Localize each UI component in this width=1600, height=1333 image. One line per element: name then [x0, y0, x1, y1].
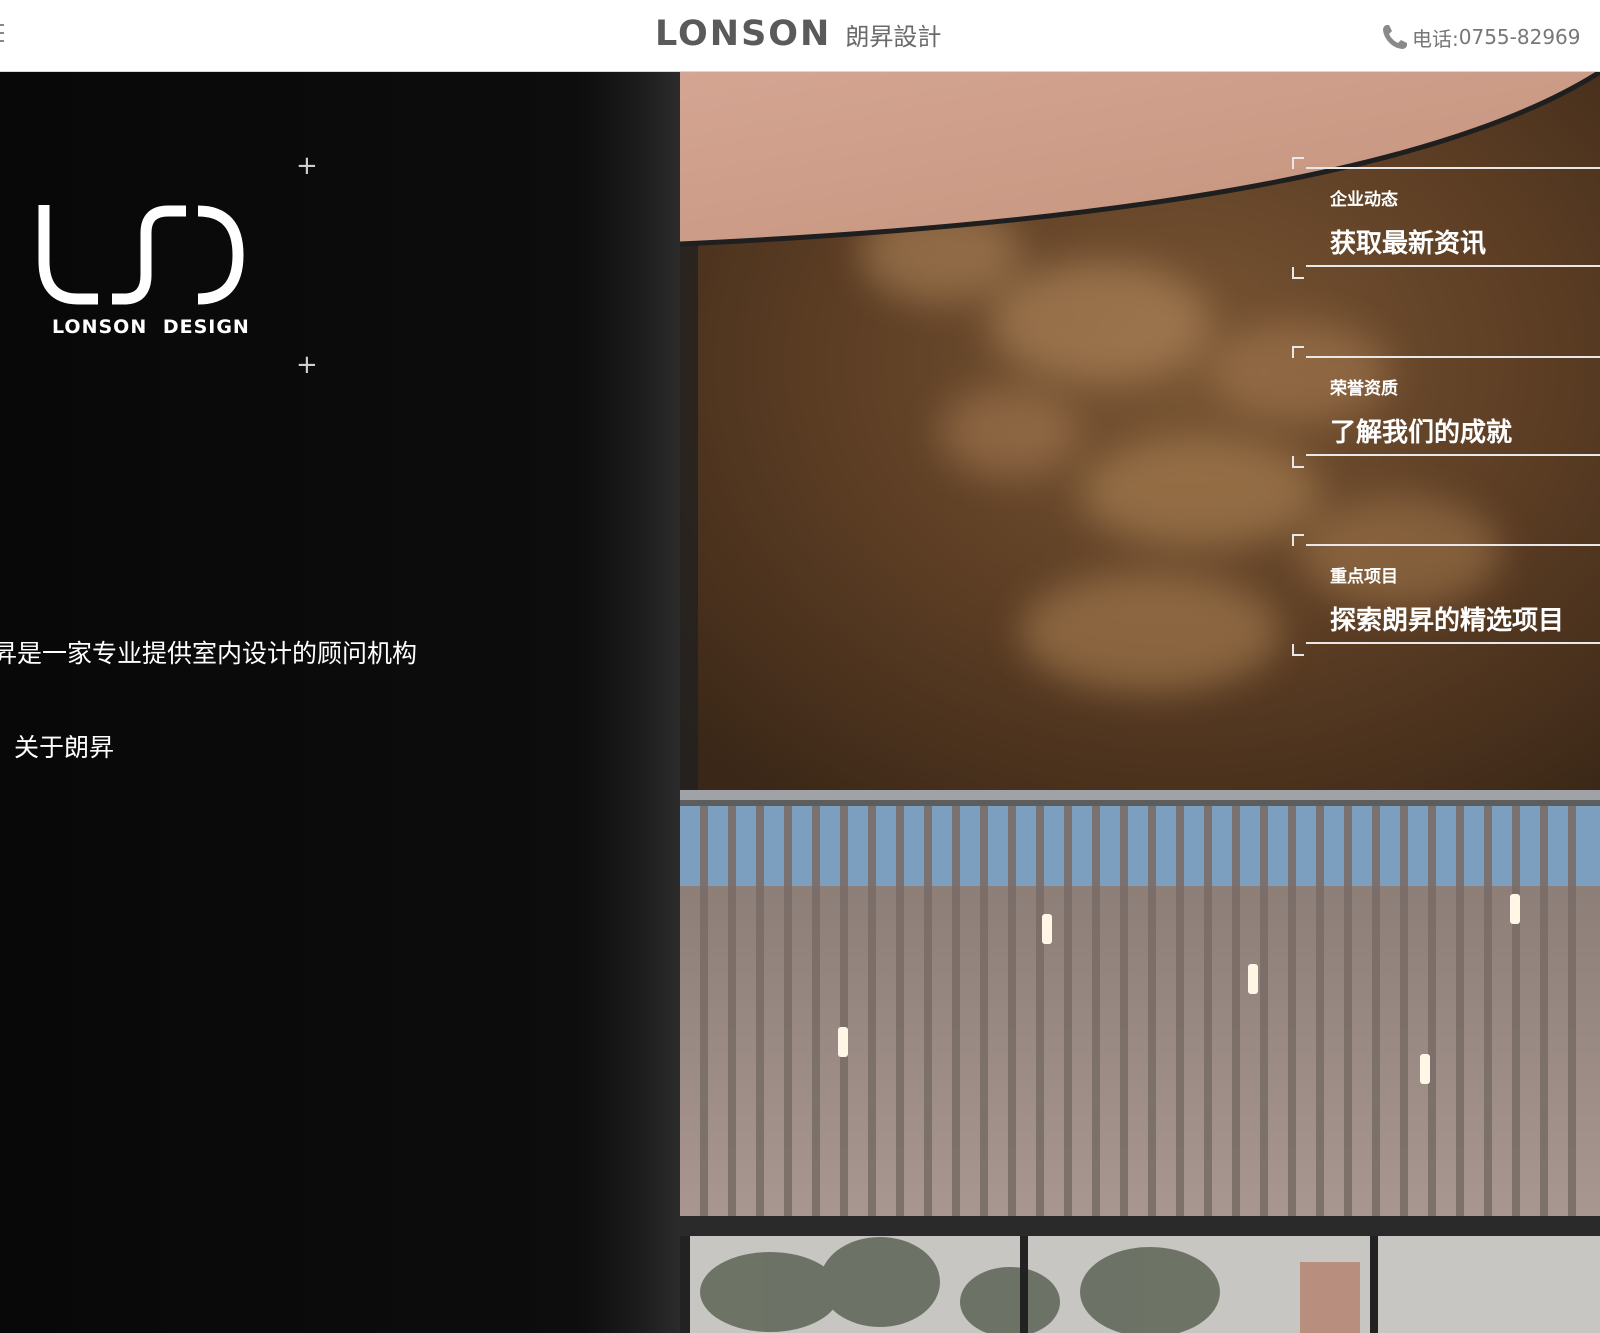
menu-icon[interactable] [0, 18, 4, 54]
card-title: 了解我们的成就 [1330, 418, 1513, 448]
logo-wordmark: LONSON DESIGN [52, 316, 250, 338]
card-corner [1292, 644, 1304, 656]
card-corner [1292, 267, 1304, 279]
card-title: 获取最新资讯 [1330, 229, 1487, 259]
phone-number: 0755-82969 [1458, 25, 1581, 49]
plus-icon: + [296, 350, 318, 380]
company-tagline: 昇是一家专业提供室内设计的顾问机构 [0, 639, 418, 668]
brand-name-cn: 朗昇設計 [845, 23, 942, 51]
brand-name-en: LONSON [655, 14, 832, 54]
card-label: 重点项目 [1330, 567, 1398, 587]
card-corner [1292, 346, 1304, 358]
lsd-logo-mark [38, 205, 244, 305]
card-divider [1306, 454, 1600, 456]
card-honors[interactable]: 荣誉资质 了解我们的成就 [1292, 346, 1600, 468]
phone-label: 电话: [1412, 26, 1459, 51]
card-label: 荣誉资质 [1330, 379, 1398, 399]
card-projects[interactable]: 重点项目 探索朗昇的精选项目 [1292, 534, 1600, 656]
card-divider [1306, 642, 1600, 644]
card-divider [1306, 356, 1600, 358]
card-divider [1306, 167, 1600, 169]
card-corner [1292, 534, 1304, 546]
card-divider [1306, 544, 1600, 546]
brand-logo[interactable]: LONSON 朗昇設計 [655, 14, 941, 58]
phone-contact: 电话: 0755-82969 [1380, 22, 1581, 52]
about-link[interactable]: 关于朗昇 [14, 728, 114, 764]
card-title: 探索朗昇的精选项目 [1330, 606, 1565, 636]
card-corner [1292, 456, 1304, 468]
card-corner [1292, 157, 1304, 169]
site-header: LONSON 朗昇設計 电话: 0755-82969 [0, 0, 1600, 72]
card-divider [1306, 265, 1600, 267]
card-news[interactable]: 企业动态 获取最新资讯 [1292, 157, 1600, 279]
plus-icon: + [296, 151, 318, 181]
phone-icon [1383, 25, 1407, 49]
card-label: 企业动态 [1330, 190, 1398, 210]
